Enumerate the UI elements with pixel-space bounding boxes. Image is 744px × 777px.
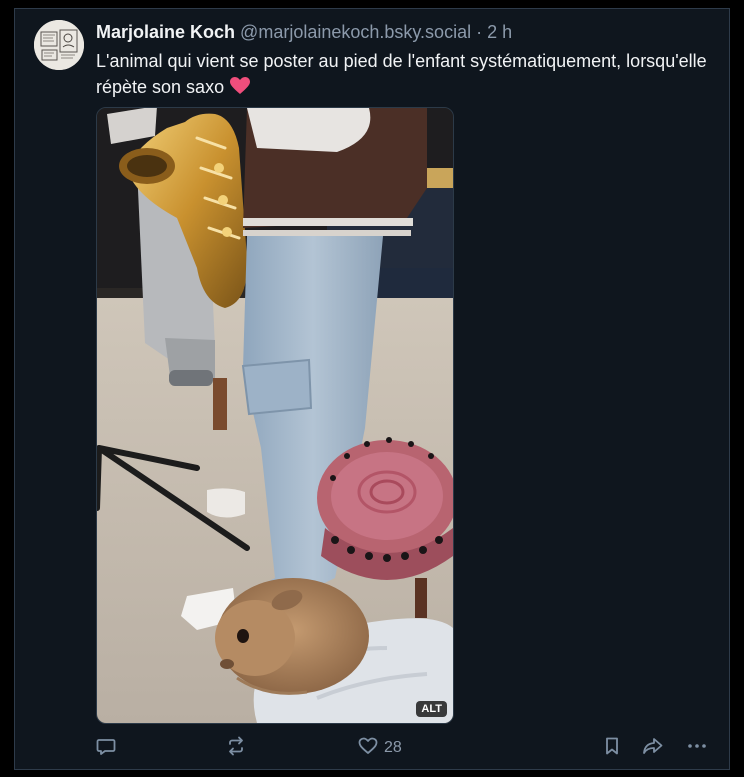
like-count: 28 [384, 739, 402, 756]
author-handle[interactable]: @marjolainekoch.bsky.social [240, 22, 471, 42]
post-header: Marjolaine Koch @marjolainekoch.bsky.soc… [96, 20, 512, 44]
avatar[interactable] [34, 20, 84, 70]
post-image[interactable]: ALT [96, 107, 454, 724]
author-name[interactable]: Marjolaine Koch [96, 22, 235, 42]
more-dots-icon [686, 736, 708, 761]
post-text: L'animal qui vient se poster au pied de … [96, 48, 716, 102]
share-arrow-icon [642, 736, 664, 761]
share-button[interactable] [642, 737, 664, 759]
post-card-frame: Marjolaine Koch @marjolainekoch.bsky.soc… [14, 8, 730, 770]
post-actions: 28 [96, 736, 716, 761]
like-button[interactable]: 28 [358, 737, 402, 759]
post-card[interactable]: Marjolaine Koch @marjolainekoch.bsky.soc… [15, 9, 729, 769]
repost-arrows-icon [226, 736, 246, 761]
bookmark-icon [602, 736, 622, 761]
reply-button[interactable] [96, 737, 116, 759]
heart-outline-icon [358, 736, 378, 761]
post-body: L'animal qui vient se poster au pied de … [96, 51, 707, 97]
avatar-drawing [34, 20, 84, 70]
repost-button[interactable] [226, 736, 246, 761]
alt-badge[interactable]: ALT [416, 701, 447, 717]
separator-dot: · [476, 22, 483, 42]
post-time[interactable]: 2 h [487, 22, 512, 42]
more-options-button[interactable] [686, 737, 708, 759]
speech-bubble-icon [96, 736, 116, 761]
photo-scene [97, 108, 453, 723]
heart-emoji-icon [230, 76, 251, 102]
bookmark-button[interactable] [602, 737, 622, 759]
